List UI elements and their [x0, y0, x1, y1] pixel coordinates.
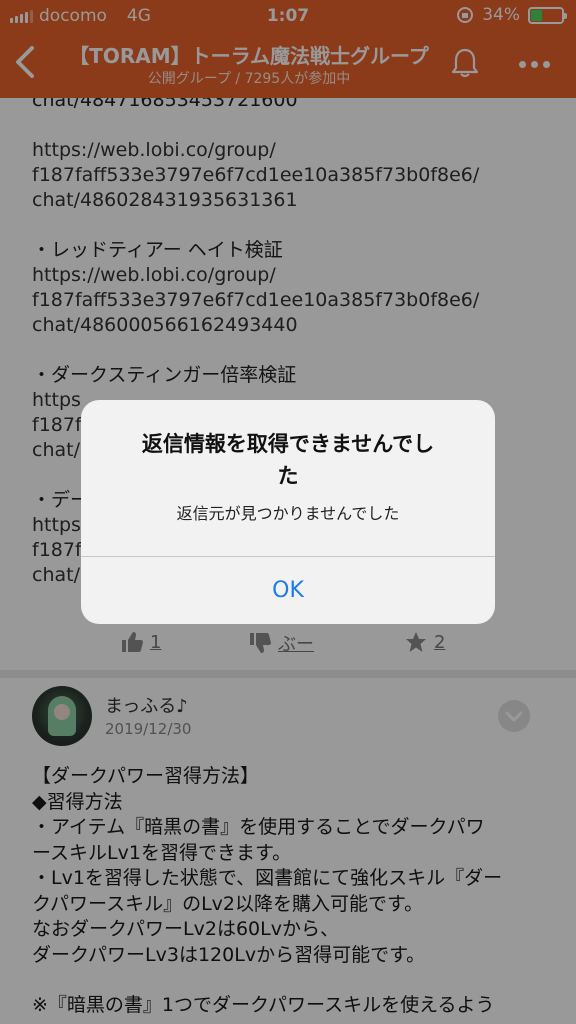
- alert-title-line: た: [277, 464, 299, 488]
- alert-dialog: 返信情報を取得できませんでし た 返信元が見つかりませんでした OK: [81, 400, 495, 624]
- alert-message: 返信元が見つかりませんでした: [176, 504, 400, 523]
- alert-title-line: 返信情報を取得できませんでし: [141, 432, 435, 456]
- ok-button[interactable]: OK: [81, 557, 495, 624]
- alert-title: 返信情報を取得できませんでし た: [105, 428, 471, 492]
